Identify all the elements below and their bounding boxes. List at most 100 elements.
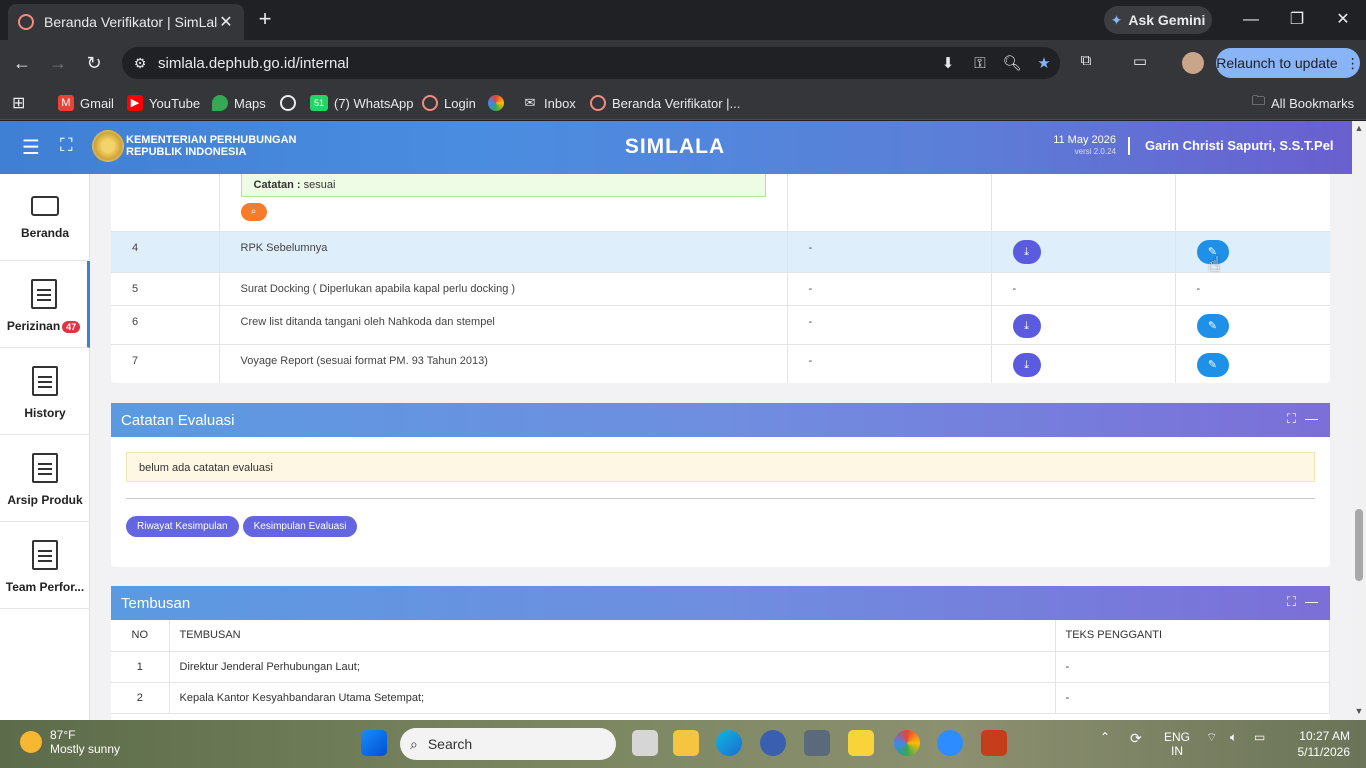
wifi-icon[interactable]: ⌔ xyxy=(1206,730,1217,745)
download-button[interactable]: ⤓ xyxy=(1012,313,1041,338)
youtube-icon: ▶ xyxy=(127,95,143,111)
evaluasi-note: belum ada catatan evaluasi xyxy=(126,452,1315,482)
volume-icon[interactable]: 🔈︎ xyxy=(1230,730,1237,745)
vpn-shield-icon[interactable] xyxy=(760,730,786,756)
close-tab-icon[interactable]: ✕ xyxy=(218,12,234,32)
powerpoint-icon[interactable] xyxy=(981,730,1007,756)
sidebar-item-perizinan[interactable]: Perizinan 47 xyxy=(0,261,90,348)
hamburger-menu-icon[interactable]: ☰ xyxy=(22,135,40,160)
document-icon xyxy=(32,366,58,396)
login-favicon-icon xyxy=(422,95,438,111)
download-button[interactable]: ⤓ xyxy=(1012,239,1041,264)
sidebar-item-history[interactable]: History xyxy=(0,348,90,435)
bookmark-whatsapp[interactable]: 51 (7) WhatsApp xyxy=(310,92,413,114)
bookmark-pinwheel[interactable] xyxy=(488,92,504,114)
bookmarks-bar: ⊞ M Gmail ▶ YouTube Maps 51 (7) WhatsApp Lo… xyxy=(0,86,1366,120)
battery-icon[interactable]: ▭ xyxy=(1254,730,1265,744)
sidebar: Beranda Perizinan 47 History Arsip Produk… xyxy=(0,174,90,720)
taskbar-search[interactable]: ⌕ Search xyxy=(400,728,616,760)
page-scrollbar[interactable]: ▲ ▼ xyxy=(1352,121,1366,720)
scroll-down-icon[interactable]: ▼ xyxy=(1354,706,1364,716)
download-button[interactable]: ⤓ xyxy=(1012,352,1041,377)
weather-widget[interactable]: 87°F Mostly sunny xyxy=(20,728,120,756)
bookmark-star-icon[interactable]: ★ xyxy=(1028,54,1060,72)
language-indicator[interactable]: ENG IN xyxy=(1164,730,1190,758)
site-info-icon[interactable]: ⚙ xyxy=(122,55,158,72)
view-catatan-button[interactable]: ⌕ xyxy=(240,203,267,221)
minimize-icon[interactable]: — xyxy=(1228,8,1274,32)
card-title: Tembusan xyxy=(121,594,191,612)
whatsapp-icon: 51 xyxy=(310,95,328,111)
scrollbar-thumb[interactable] xyxy=(1355,509,1363,581)
collapse-icon[interactable]: — xyxy=(1305,594,1318,609)
fullscreen-icon[interactable]: ⛶ xyxy=(60,135,73,156)
sticky-notes-icon[interactable] xyxy=(848,730,874,756)
sync-icon[interactable]: ⟳ xyxy=(1130,730,1142,747)
taskbar-clock[interactable]: 10:27 AM 5/11/2026 xyxy=(1290,728,1351,760)
card-header: Tembusan ⛶ — xyxy=(111,586,1330,620)
monitor-icon xyxy=(31,196,59,216)
user-name[interactable]: Garin Christi Saputri, S.S.T.Pel xyxy=(1145,138,1334,153)
mouse-cursor-icon: ☝ xyxy=(1208,254,1221,276)
perizinan-badge: 47 xyxy=(62,320,81,333)
restore-icon[interactable]: ❐ xyxy=(1274,8,1320,32)
install-app-icon[interactable]: ⬇ xyxy=(932,54,964,72)
tab-title: Beranda Verifikator | SimLala xyxy=(44,14,218,30)
bookmark-login[interactable]: Login xyxy=(422,92,476,114)
new-tab-button[interactable]: + xyxy=(254,8,276,32)
table-row: Catatan : sesuai ⌕ xyxy=(111,174,1330,232)
header-divider xyxy=(1128,137,1130,155)
extensions-icon[interactable]: ⧉ xyxy=(1074,52,1098,74)
windows-start-icon[interactable] xyxy=(361,730,387,756)
maximize-icon[interactable]: ⛶ xyxy=(1287,411,1296,427)
bookmark-inbox[interactable]: ✉ Inbox xyxy=(522,92,576,114)
collapse-icon[interactable]: — xyxy=(1305,411,1318,426)
all-bookmarks[interactable]: 🗀 All Bookmarks xyxy=(1252,92,1354,114)
file-explorer-icon[interactable] xyxy=(673,730,699,756)
ask-gemini-label: Ask Gemini xyxy=(1128,12,1206,28)
address-bar[interactable]: ⚙ simlala.dephub.go.id/internal ⬇ ⚿ 🔍︎ ★ xyxy=(122,47,1060,79)
scroll-up-icon[interactable]: ▲ xyxy=(1354,123,1364,133)
table-row: 1 Direktur Jenderal Perhubungan Laut; - xyxy=(111,651,1330,683)
camera-icon[interactable] xyxy=(804,730,830,756)
kesimpulan-evaluasi-button[interactable]: Kesimpulan Evaluasi xyxy=(242,516,358,537)
apps-grid-icon[interactable]: ⊞ xyxy=(12,92,25,114)
catatan-box: Catatan : sesuai xyxy=(240,174,766,197)
document-icon xyxy=(32,540,58,570)
close-window-icon[interactable]: ✕ xyxy=(1320,8,1366,32)
bookmark-beranda[interactable]: Beranda Verifikator |... xyxy=(590,92,740,114)
password-key-icon[interactable]: ⚿ xyxy=(964,55,996,72)
edit-button[interactable]: ✎ xyxy=(1196,352,1229,377)
tembusan-table: NO TEMBUSAN TEKS PENGGANTI 1 Direktur Je… xyxy=(111,620,1330,714)
zoom-app-icon[interactable] xyxy=(937,730,963,756)
maximize-icon[interactable]: ⛶ xyxy=(1287,594,1296,610)
task-view-icon[interactable] xyxy=(632,730,658,756)
back-icon[interactable]: ← xyxy=(9,50,35,76)
riwayat-kesimpulan-button[interactable]: Riwayat Kesimpulan xyxy=(126,516,239,537)
bookmark-gmail[interactable]: M Gmail xyxy=(58,92,114,114)
ask-gemini-button[interactable]: ✦ Ask Gemini xyxy=(1104,6,1212,34)
chrome-icon[interactable] xyxy=(894,730,920,756)
edge-icon[interactable] xyxy=(716,730,742,756)
bookmark-maps[interactable]: Maps xyxy=(212,92,266,114)
edit-button[interactable]: ✎ xyxy=(1196,313,1229,338)
bookmark-globe[interactable] xyxy=(280,92,296,114)
bookmark-youtube[interactable]: ▶ YouTube xyxy=(127,92,200,114)
browser-tab[interactable]: Beranda Verifikator | SimLala ✕ xyxy=(8,4,244,40)
sidebar-item-beranda[interactable]: Beranda xyxy=(0,174,90,261)
tray-chevron-icon[interactable]: ⌃ xyxy=(1100,730,1110,744)
table-row: 2 Kepala Kantor Kesyahbandaran Utama Set… xyxy=(111,682,1330,714)
main-content: Catatan : sesuai ⌕ 4 RPK Sebelumnya - ⤓ … xyxy=(90,174,1352,720)
sidebar-item-arsip-produk[interactable]: Arsip Produk xyxy=(0,435,90,522)
relaunch-button[interactable]: Relaunch to update ⋮ xyxy=(1216,48,1360,78)
maps-pin-icon xyxy=(212,95,228,111)
zoom-icon[interactable]: 🔍︎ xyxy=(996,54,1028,72)
forward-icon[interactable]: → xyxy=(45,50,71,76)
profile-avatar[interactable] xyxy=(1182,52,1204,74)
cast-icon[interactable]: ▭ xyxy=(1128,52,1152,74)
reload-icon[interactable]: ↻ xyxy=(81,50,107,76)
url-text[interactable]: simlala.dephub.go.id/internal xyxy=(158,55,932,72)
more-menu-icon[interactable]: ⋮ xyxy=(1346,55,1360,72)
search-icon: ⌕ xyxy=(410,735,418,752)
sidebar-item-team-performance[interactable]: Team Perfor... xyxy=(0,522,90,609)
